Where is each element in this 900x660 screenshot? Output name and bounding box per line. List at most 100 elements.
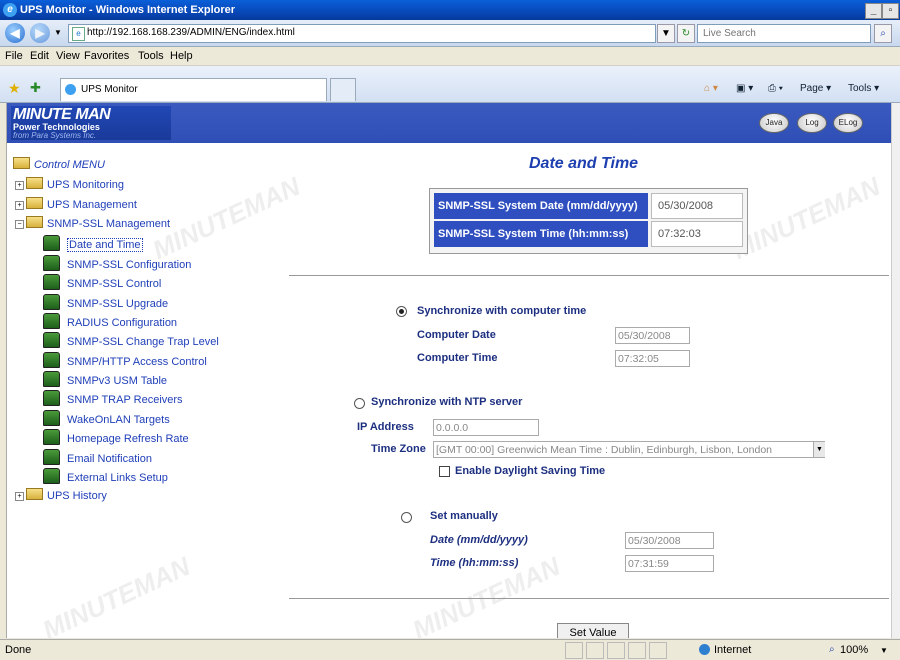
forward-button[interactable]: ▶	[30, 23, 50, 43]
java-button[interactable]: Java	[759, 113, 789, 133]
ip-address-field[interactable]: 0.0.0.0	[433, 419, 539, 436]
tree-root[interactable]: Control MENU	[13, 157, 105, 171]
watermark: MINUTEMAN	[727, 170, 885, 266]
page-icon: e	[72, 27, 85, 41]
zoom-dropdown-icon[interactable]: ▼	[880, 646, 888, 655]
menu-file[interactable]: File	[5, 50, 23, 62]
zoom-icon: ⌕	[829, 644, 835, 655]
menu-favorites[interactable]: Favorites	[84, 50, 129, 62]
url-field[interactable]: e http://192.168.168.239/ADMIN/ENG/index…	[68, 24, 656, 43]
tree-item-snmp-ssl-configuration[interactable]: SNMP-SSL Configuration	[43, 255, 191, 271]
system-time-value: 07:32:03	[651, 221, 743, 247]
logo-tagline: from Para Systems Inc.	[13, 131, 97, 140]
zoom-level[interactable]: 100%	[840, 644, 868, 656]
manual-time-field[interactable]: 07:31:59	[625, 555, 714, 572]
ups-icon	[43, 274, 60, 290]
menu-view[interactable]: View	[56, 50, 80, 62]
page-menu[interactable]: Page ▾	[800, 83, 831, 94]
ups-icon	[43, 390, 60, 406]
tools-menu[interactable]: Tools ▾	[848, 83, 879, 94]
home-icon[interactable]: ⌂ ▾	[704, 83, 718, 94]
tree-item-snmp-trap-receivers[interactable]: SNMP TRAP Receivers	[43, 390, 183, 406]
address-bar: ◀ ▶ ▼ e http://192.168.168.239/ADMIN/ENG…	[0, 20, 900, 47]
daylight-saving-label: Enable Daylight Saving Time	[455, 465, 606, 477]
expand-icon[interactable]: +	[15, 181, 24, 190]
search-field[interactable]	[697, 24, 871, 43]
tab-ie-icon	[65, 84, 76, 95]
elog-button[interactable]: ELog	[833, 113, 863, 133]
tree-group-ups-management[interactable]: + UPS Management	[15, 197, 137, 211]
sync-ntp-radio[interactable]	[354, 398, 365, 409]
manual-date-label: Date (mm/dd/yyyy)	[430, 534, 528, 546]
tree-group-snmp-ssl-management[interactable]: − SNMP-SSL Management	[15, 216, 170, 230]
page-title: Date and Time	[529, 155, 639, 172]
collapse-icon[interactable]: −	[15, 220, 24, 229]
folder-icon	[26, 197, 43, 209]
tree-item-snmpv3-usm-table[interactable]: SNMPv3 USM Table	[43, 371, 167, 387]
computer-date-field[interactable]: 05/30/2008	[615, 327, 690, 344]
menu-tools[interactable]: Tools	[138, 50, 164, 62]
refresh-button[interactable]: ↻	[677, 24, 695, 43]
search-input[interactable]	[701, 27, 865, 40]
tree-item-snmp-ssl-control[interactable]: SNMP-SSL Control	[43, 274, 161, 290]
tree-item-homepage-refresh-rate[interactable]: Homepage Refresh Rate	[43, 429, 189, 445]
sync-ntp-label: Synchronize with NTP server	[371, 396, 523, 408]
url-dropdown-button[interactable]: ▼	[657, 24, 675, 43]
system-datetime-table: SNMP-SSL System Date (mm/dd/yyyy) 05/30/…	[429, 188, 748, 254]
ups-icon	[43, 294, 60, 310]
feeds-icon[interactable]: ▣ ▾	[736, 83, 753, 94]
time-zone-value: [GMT 00:00] Greenwich Mean Time : Dublin…	[436, 444, 772, 456]
set-value-button[interactable]: Set Value	[557, 623, 629, 638]
set-manually-label: Set manually	[430, 510, 498, 522]
tree-item-external-links-setup[interactable]: External Links Setup	[43, 468, 168, 484]
menu-edit[interactable]: Edit	[30, 50, 49, 62]
back-button[interactable]: ◀	[5, 23, 25, 43]
new-tab-button[interactable]	[330, 78, 356, 101]
daylight-saving-checkbox[interactable]	[439, 466, 450, 477]
computer-time-field[interactable]: 07:32:05	[615, 350, 690, 367]
tree-item-wakeonlan-targets[interactable]: WakeOnLAN Targets	[43, 410, 170, 426]
print-icon[interactable]: ⎙ ▾	[768, 83, 783, 94]
globe-icon	[699, 644, 710, 655]
tree-item-change-trap-level[interactable]: SNMP-SSL Change Trap Level	[43, 332, 219, 348]
sync-computer-radio[interactable]	[396, 306, 407, 317]
tree-group-ups-history[interactable]: + UPS History	[15, 488, 107, 502]
tree-group-ups-monitoring[interactable]: + UPS Monitoring	[15, 177, 124, 191]
tree-item-access-control[interactable]: SNMP/HTTP Access Control	[43, 352, 207, 368]
system-time-row: SNMP-SSL System Time (hh:mm:ss) 07:32:03	[432, 221, 745, 251]
chevron-down-icon[interactable]: ▼	[813, 442, 825, 457]
status-pane	[607, 642, 625, 659]
system-date-label: SNMP-SSL System Date (mm/dd/yyyy)	[434, 193, 648, 219]
menu-bar: File Edit View Favorites Tools Help	[0, 47, 900, 66]
watermark: MINUTEMAN	[147, 170, 305, 266]
manual-time-label: Time (hh:mm:ss)	[430, 557, 519, 569]
expand-icon[interactable]: +	[15, 201, 24, 210]
system-date-row: SNMP-SSL System Date (mm/dd/yyyy) 05/30/…	[432, 191, 745, 221]
tree-item-snmp-ssl-upgrade[interactable]: SNMP-SSL Upgrade	[43, 294, 168, 310]
history-dropdown-icon[interactable]: ▼	[54, 28, 62, 37]
tab-ups-monitor[interactable]: UPS Monitor	[60, 78, 327, 101]
status-pane	[628, 642, 646, 659]
window-title: UPS Monitor - Windows Internet Explorer	[20, 4, 236, 16]
log-button[interactable]: Log	[797, 113, 827, 133]
ups-icon	[43, 410, 60, 426]
add-favorites-icon[interactable]: ✚	[30, 80, 41, 96]
menu-help[interactable]: Help	[170, 50, 193, 62]
ups-icon	[43, 332, 60, 348]
favorites-star-icon[interactable]: ★	[8, 80, 21, 97]
tree-item-date-and-time[interactable]: Date and Time	[43, 235, 143, 252]
status-pane	[586, 642, 604, 659]
search-button[interactable]: ⌕	[874, 24, 892, 43]
manual-date-field[interactable]: 05/30/2008	[625, 532, 714, 549]
tree-item-radius-configuration[interactable]: RADIUS Configuration	[43, 313, 177, 329]
header-banner: MINUTE MAN Power Technologies from Para …	[7, 103, 891, 143]
tab-bar: ★ ✚ UPS Monitor ⌂ ▾ ▣ ▾ ⎙ ▾ Page ▾ Tools…	[0, 66, 900, 103]
set-manually-radio[interactable]	[401, 512, 412, 523]
minimize-button[interactable]: _	[865, 3, 882, 19]
expand-icon[interactable]: +	[15, 492, 24, 501]
time-zone-select[interactable]: [GMT 00:00] Greenwich Mean Time : Dublin…	[433, 441, 825, 458]
vertical-scrollbar[interactable]	[891, 103, 900, 638]
maximize-button[interactable]: ▫	[882, 3, 899, 19]
tree-item-email-notification[interactable]: Email Notification	[43, 449, 152, 465]
ups-icon	[43, 449, 60, 465]
